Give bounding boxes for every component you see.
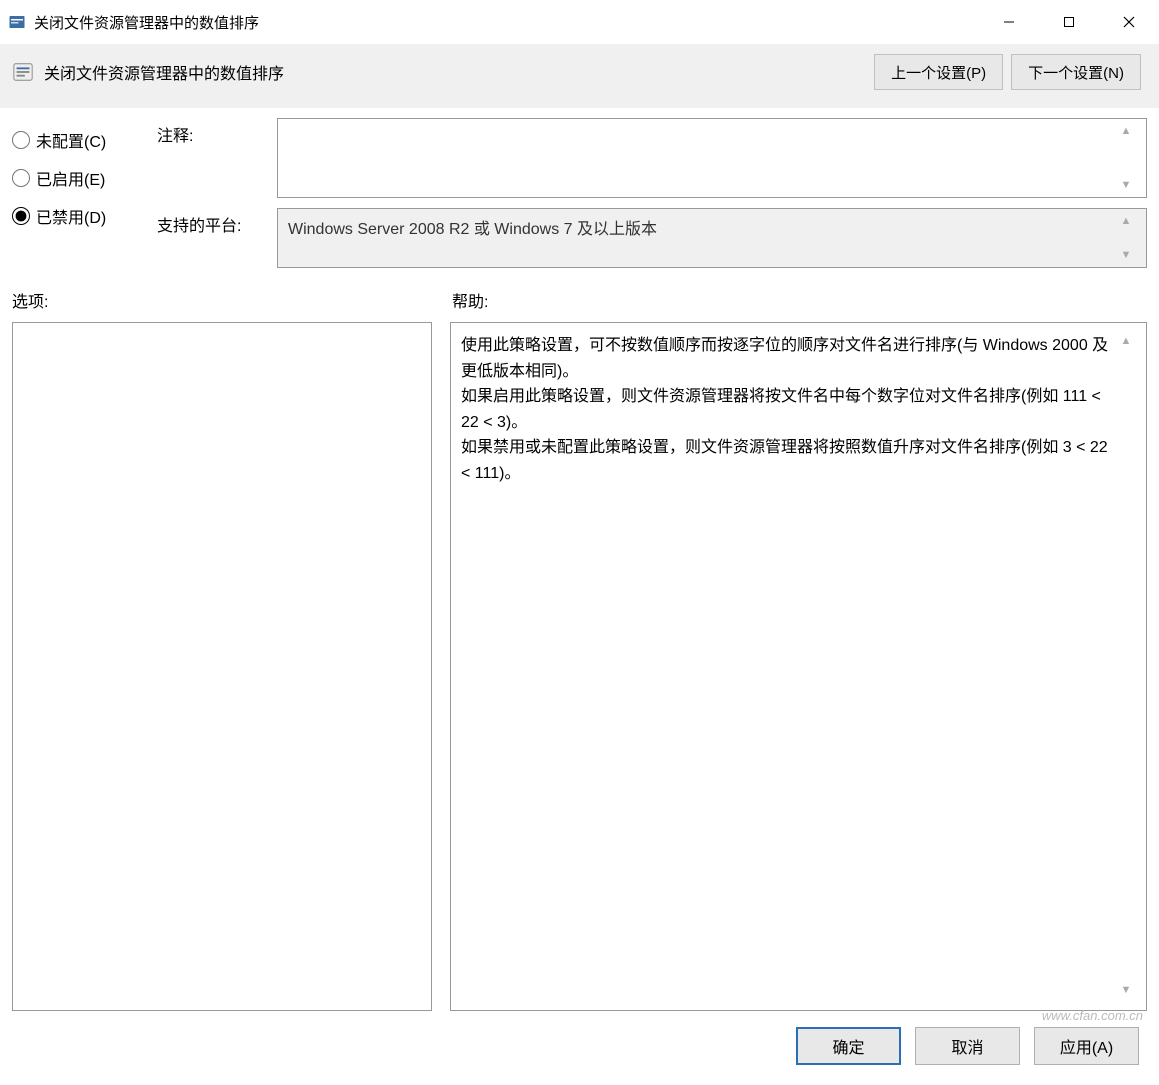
header-band: 关闭文件资源管理器中的数值排序 上一个设置(P) 下一个设置(N) bbox=[0, 44, 1159, 108]
apply-button[interactable]: 应用(A) bbox=[1034, 1027, 1139, 1065]
close-button[interactable] bbox=[1099, 0, 1159, 44]
config-row: 未配置(C) 已启用(E) 已禁用(D) 注释: 支持的平台: bbox=[0, 108, 1159, 278]
titlebar: 关闭文件资源管理器中的数值排序 bbox=[0, 0, 1159, 44]
radio-disabled-input[interactable] bbox=[12, 207, 30, 225]
section-labels: 选项: 帮助: bbox=[0, 278, 1159, 318]
scroll-up-icon[interactable] bbox=[1121, 215, 1132, 227]
help-label: 帮助: bbox=[452, 288, 1147, 312]
caption-buttons bbox=[979, 0, 1159, 44]
help-text: 使用此策略设置，可不按数值顺序而按逐字位的顺序对文件名进行排序(与 Window… bbox=[461, 333, 1116, 1000]
scroll-up-icon[interactable] bbox=[1121, 333, 1132, 351]
supported-textbox: Windows Server 2008 R2 或 Windows 7 及以上版本 bbox=[277, 208, 1147, 268]
minimize-button[interactable] bbox=[979, 0, 1039, 44]
radio-not-configured[interactable]: 未配置(C) bbox=[12, 128, 157, 152]
radio-not-configured-input[interactable] bbox=[12, 131, 30, 149]
scroll-down-icon[interactable] bbox=[1121, 179, 1132, 191]
next-setting-button[interactable]: 下一个设置(N) bbox=[1011, 54, 1141, 90]
help-panel: 使用此策略设置，可不按数值顺序而按逐字位的顺序对文件名进行排序(与 Window… bbox=[450, 322, 1147, 1011]
radio-disabled[interactable]: 已禁用(D) bbox=[12, 204, 157, 228]
radio-enabled[interactable]: 已启用(E) bbox=[12, 166, 157, 190]
radio-enabled-label: 已启用(E) bbox=[36, 166, 105, 190]
radio-not-configured-label: 未配置(C) bbox=[36, 128, 106, 152]
supported-value: Windows Server 2008 R2 或 Windows 7 及以上版本 bbox=[288, 215, 1116, 261]
comment-label: 注释: bbox=[157, 118, 277, 198]
cancel-button[interactable]: 取消 bbox=[915, 1027, 1020, 1065]
panels-row: 使用此策略设置，可不按数值顺序而按逐字位的顺序对文件名进行排序(与 Window… bbox=[0, 318, 1159, 1011]
policy-editor-window: 关闭文件资源管理器中的数值排序 关闭文件资源管理器中的数值排序 上一个设置(P)… bbox=[0, 0, 1159, 1085]
window-title: 关闭文件资源管理器中的数值排序 bbox=[34, 12, 979, 33]
app-icon bbox=[8, 13, 26, 31]
state-radio-group: 未配置(C) 已启用(E) 已禁用(D) bbox=[12, 118, 157, 268]
scroll-up-icon[interactable] bbox=[1121, 125, 1132, 137]
radio-enabled-input[interactable] bbox=[12, 169, 30, 187]
header-title: 关闭文件资源管理器中的数值排序 bbox=[44, 60, 874, 84]
maximize-button[interactable] bbox=[1039, 0, 1099, 44]
radio-disabled-label: 已禁用(D) bbox=[36, 204, 106, 228]
scroll-down-icon[interactable] bbox=[1121, 249, 1132, 261]
comment-value bbox=[288, 125, 1116, 191]
previous-setting-button[interactable]: 上一个设置(P) bbox=[874, 54, 1003, 90]
supported-label: 支持的平台: bbox=[157, 208, 277, 268]
options-panel bbox=[12, 322, 432, 1011]
policy-icon bbox=[12, 61, 34, 83]
comment-textbox[interactable] bbox=[277, 118, 1147, 198]
options-label: 选项: bbox=[12, 288, 432, 312]
ok-button[interactable]: 确定 bbox=[796, 1027, 901, 1065]
footer-buttons: 确定 取消 应用(A) bbox=[0, 1011, 1159, 1085]
scroll-down-icon[interactable] bbox=[1121, 982, 1132, 1000]
